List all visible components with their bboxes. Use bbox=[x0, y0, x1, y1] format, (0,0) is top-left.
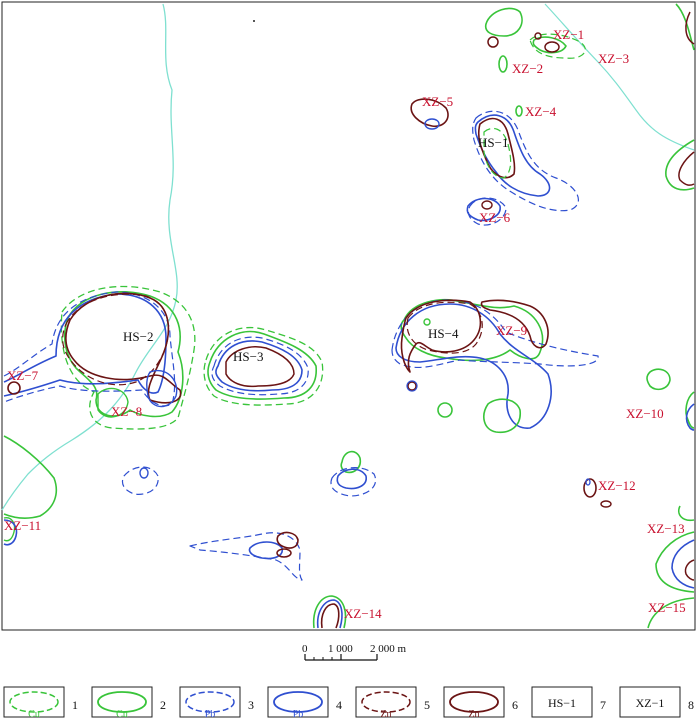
legend-item-1-inner: Cu bbox=[28, 709, 40, 720]
legend-item-7-inner: HS−1 bbox=[548, 696, 576, 710]
xz-9-label: XZ−9 bbox=[496, 323, 527, 338]
xz-3-label: XZ−3 bbox=[598, 51, 629, 66]
legend-item-5-inner: Zn bbox=[380, 709, 391, 720]
legend-item-3-inner: Pb bbox=[205, 709, 216, 720]
legend-item-1: Cu 1 bbox=[3, 686, 78, 720]
map-frame bbox=[1, 1, 696, 631]
legend-item-6-inner: Zn bbox=[468, 709, 479, 720]
xz-14-label: XZ−14 bbox=[344, 606, 382, 621]
legend-item-7-num: 7 bbox=[600, 698, 606, 712]
legend-item-2: Cu 2 bbox=[91, 686, 166, 720]
legend-item-8-num: 8 bbox=[688, 698, 694, 712]
hs-4-label: HS−4 bbox=[428, 326, 459, 341]
legend-item-4-inner: Pb bbox=[293, 709, 304, 720]
hs-3-label: HS−3 bbox=[233, 349, 263, 364]
hs-2-label: HS−2 bbox=[123, 329, 153, 344]
xz-4-label: XZ−4 bbox=[525, 104, 557, 119]
xz-11-label: XZ−11 bbox=[4, 518, 41, 533]
legend-item-3: Pb 3 bbox=[179, 686, 254, 720]
scale-tick-2000: 2 000 m bbox=[370, 643, 407, 655]
xz-1-label: XZ−1 bbox=[553, 27, 584, 42]
legend-item-6: Zn 6 bbox=[443, 686, 518, 720]
legend-item-2-inner: Cu bbox=[116, 709, 128, 720]
xz-7-label: XZ−7 bbox=[7, 368, 39, 383]
legend-item-4: Pb 4 bbox=[267, 686, 342, 720]
geochemical-anomaly-map: XZ−1 XZ−2 XZ−3 XZ−4 XZ−5 XZ−6 XZ−7 XZ−8 … bbox=[1, 1, 696, 720]
xz-8-label: XZ−8 bbox=[111, 404, 142, 419]
legend-item-8-inner: XZ−1 bbox=[636, 696, 665, 710]
legend-item-4-num: 4 bbox=[336, 698, 342, 712]
legend-item-5: Zn 5 bbox=[355, 686, 430, 720]
legend-item-5-num: 5 bbox=[424, 698, 430, 712]
xz-6-label: XZ−6 bbox=[479, 210, 511, 225]
legend-item-2-num: 2 bbox=[160, 698, 166, 712]
xz-2-label: XZ−2 bbox=[512, 61, 543, 76]
xz-12-label: XZ−12 bbox=[598, 478, 636, 493]
legend-item-1-num: 1 bbox=[72, 698, 78, 712]
legend-item-7: HS−1 7 bbox=[531, 686, 606, 718]
xz-10-label: XZ−10 bbox=[626, 406, 664, 421]
survey-point bbox=[253, 20, 255, 22]
xz-5-label: XZ−5 bbox=[422, 94, 453, 109]
xz-13-label: XZ−13 bbox=[647, 521, 685, 536]
scale-tick-0: 0 bbox=[302, 643, 308, 655]
xz-15-label: XZ−15 bbox=[648, 600, 686, 615]
scale-tick-1000: 1 000 bbox=[328, 643, 353, 655]
hs-1-label: HS−1 bbox=[478, 135, 508, 150]
scale-bar: 0 1 000 2 000 m bbox=[302, 643, 407, 661]
legend: Cu 1 Cu 2 Pb 3 Pb 4 Zn 5 Zn 6 HS−1 7 XZ−… bbox=[3, 686, 694, 720]
legend-item-8: XZ−1 8 bbox=[619, 686, 694, 718]
legend-item-3-num: 3 bbox=[248, 698, 254, 712]
legend-item-6-num: 6 bbox=[512, 698, 518, 712]
